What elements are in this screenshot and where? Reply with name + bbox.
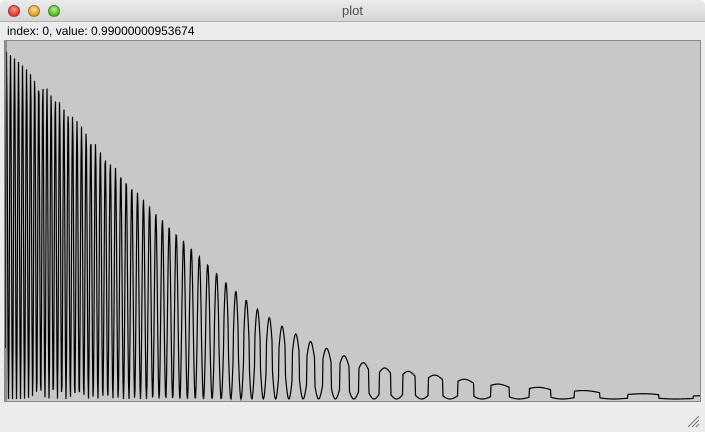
resize-grip-icon[interactable] xyxy=(686,414,700,428)
waveform-series-line xyxy=(5,51,700,401)
plot-window: plot index: 0, value: 0.99000000953674 xyxy=(0,0,705,432)
plot-area[interactable] xyxy=(4,40,701,402)
plot-svg xyxy=(5,41,700,401)
title-bar[interactable]: plot xyxy=(0,0,705,22)
window-title: plot xyxy=(342,3,363,18)
status-readout: index: 0, value: 0.99000000953674 xyxy=(7,24,195,38)
bottom-bar xyxy=(0,404,705,432)
